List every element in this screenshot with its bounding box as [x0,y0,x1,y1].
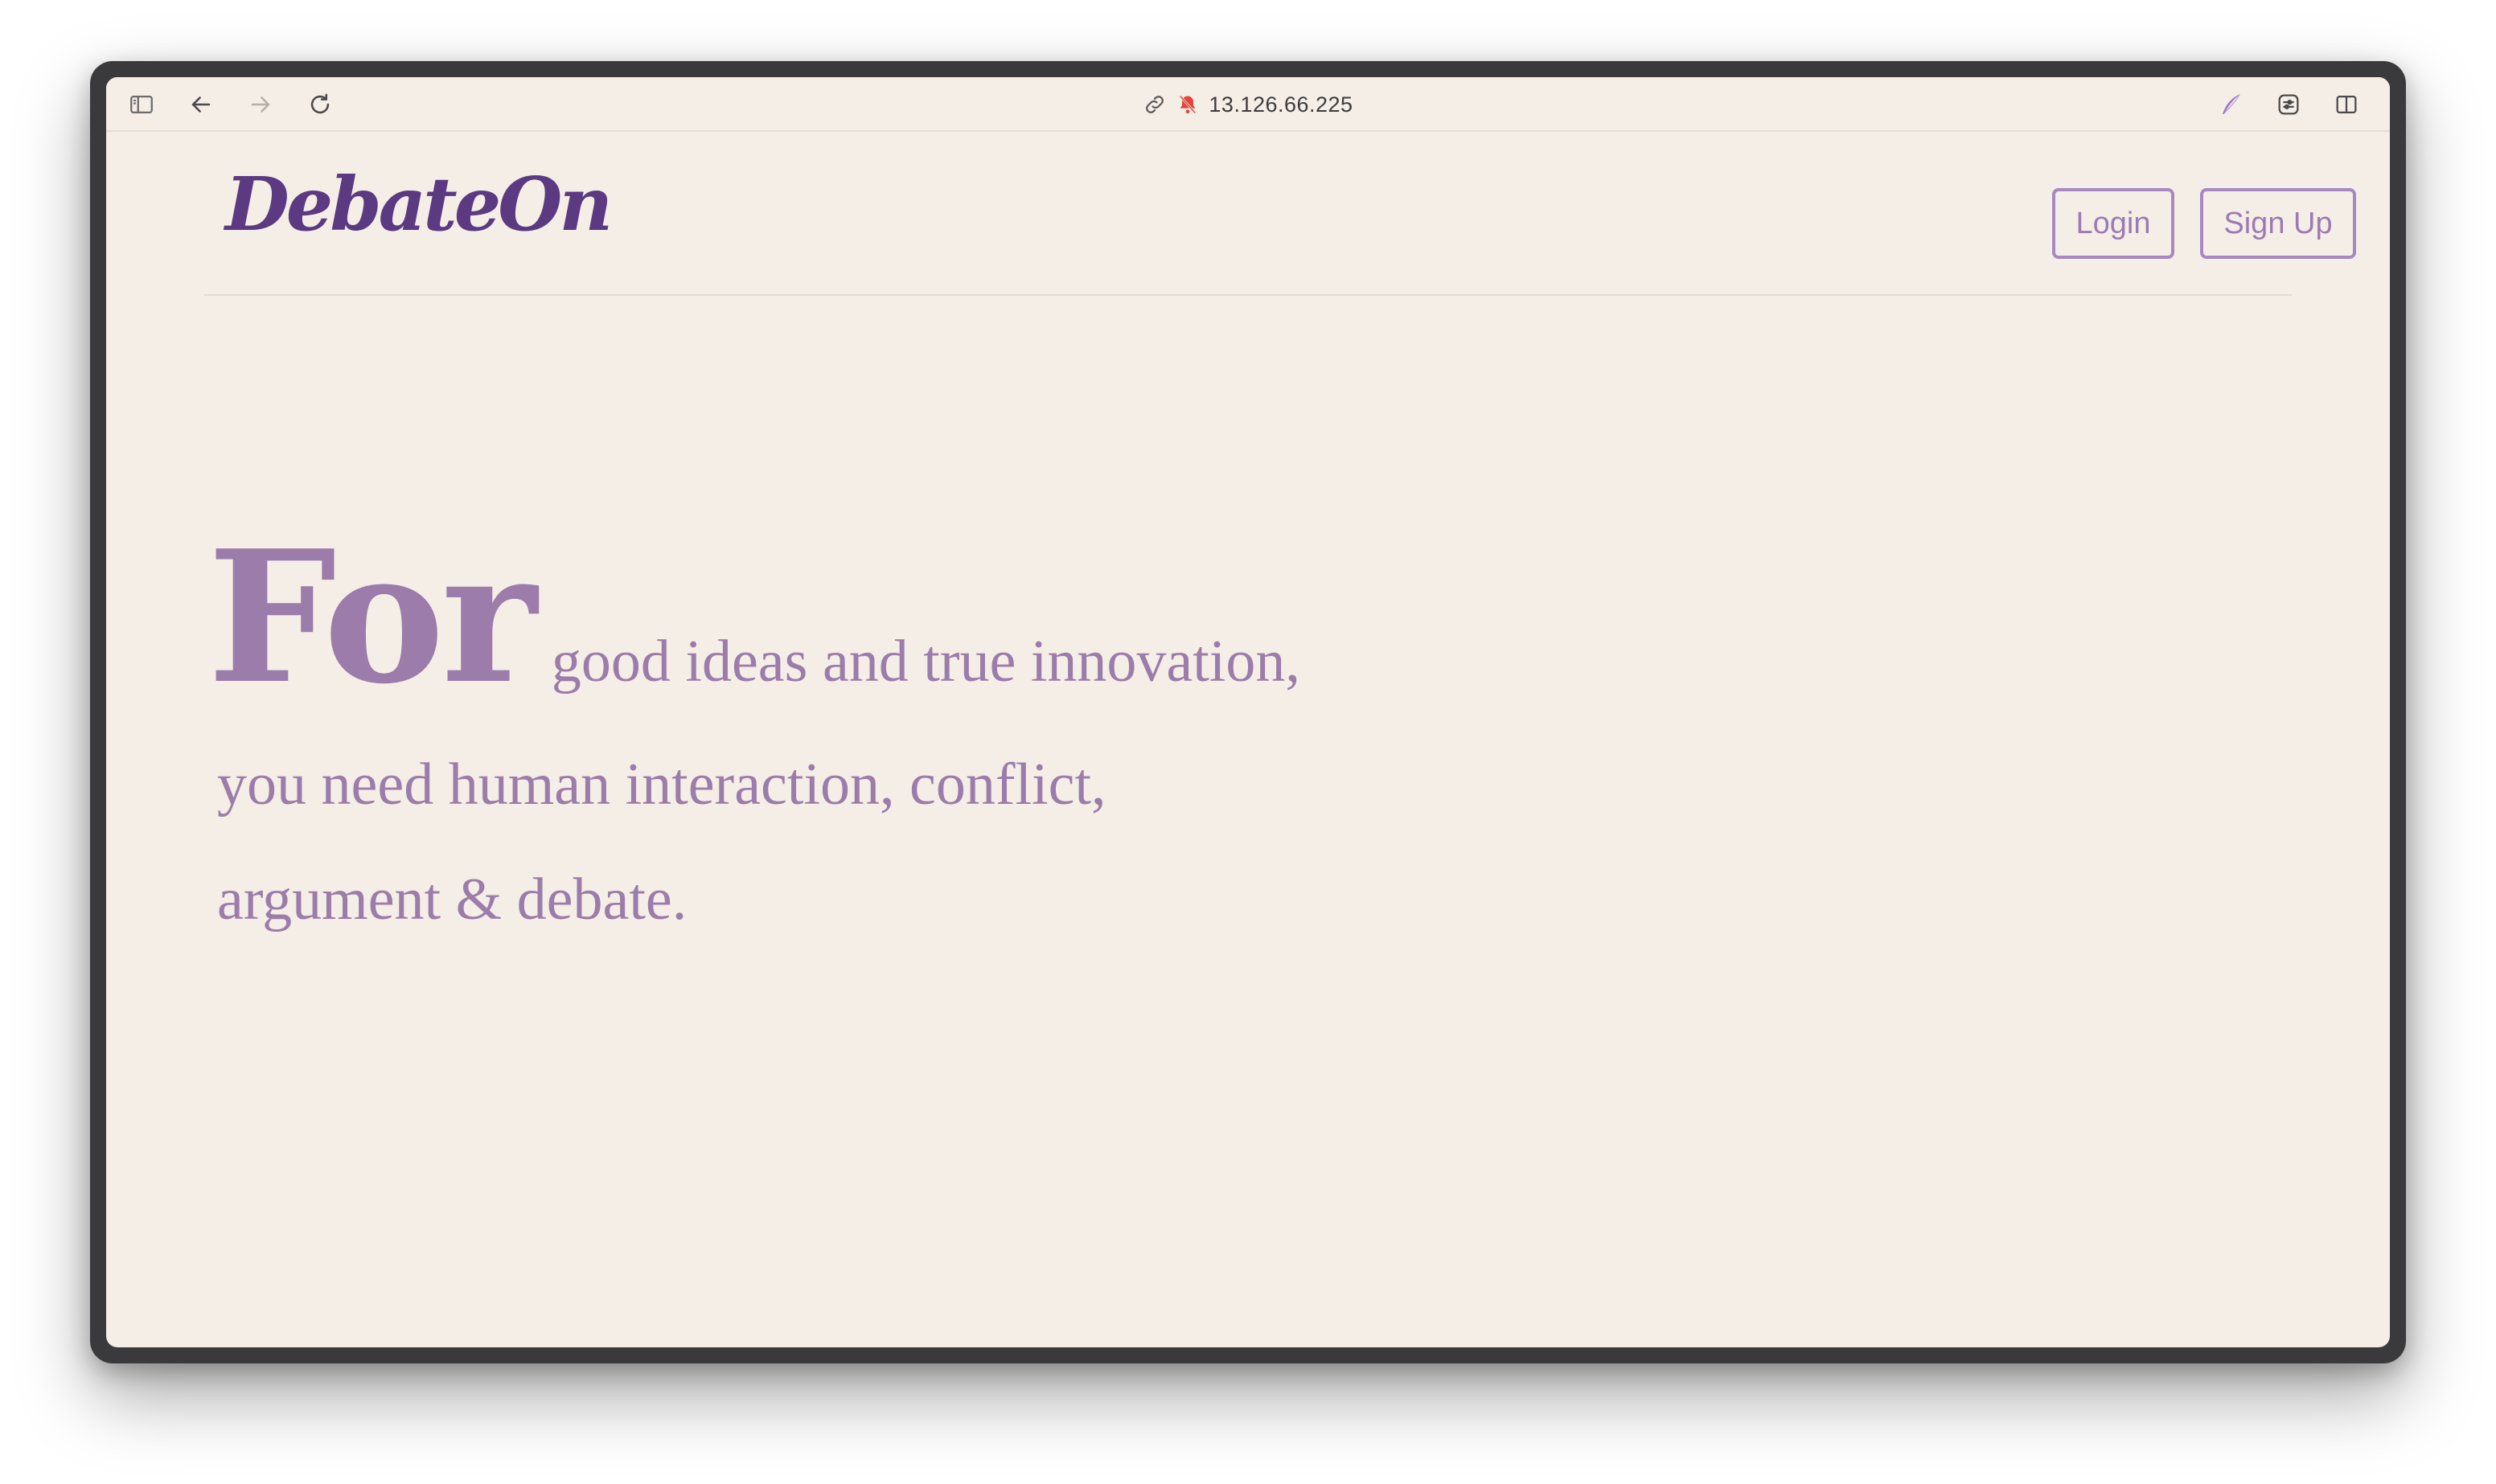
hero-line-1-text: good ideas and true innovation, [551,629,1300,695]
address-bar[interactable]: 13.126.66.225 [106,88,2390,121]
link-icon [1143,92,1167,117]
hero-line-3: argument & debate. [217,867,688,933]
hero-big-word: For [207,511,537,724]
split-view-icon[interactable] [2330,88,2363,121]
hero-line-2: you need human interaction, conflict, [217,752,1106,818]
site-header: DebateOn Login Sign Up [204,130,2356,296]
hero-section: For good ideas and true innovation, you … [207,527,1300,934]
quill-icon[interactable] [2215,88,2247,121]
notification-blocked-icon[interactable] [1176,93,1199,116]
page-settings-icon[interactable] [2272,88,2305,121]
hero-line-1: For good ideas and true innovation, [207,527,1300,709]
url-text[interactable]: 13.126.66.225 [1209,92,1353,117]
browser-toolbar: 13.126.66.225 [106,77,2390,132]
login-button[interactable]: Login [2052,188,2174,259]
signup-button[interactable]: Sign Up [2200,188,2356,259]
browser-viewport: 13.126.66.225 DebateOn Login Sign Up For… [106,77,2390,1347]
site-logo[interactable]: DebateOn [225,167,613,241]
browser-window: 13.126.66.225 DebateOn Login Sign Up For… [90,61,2406,1363]
